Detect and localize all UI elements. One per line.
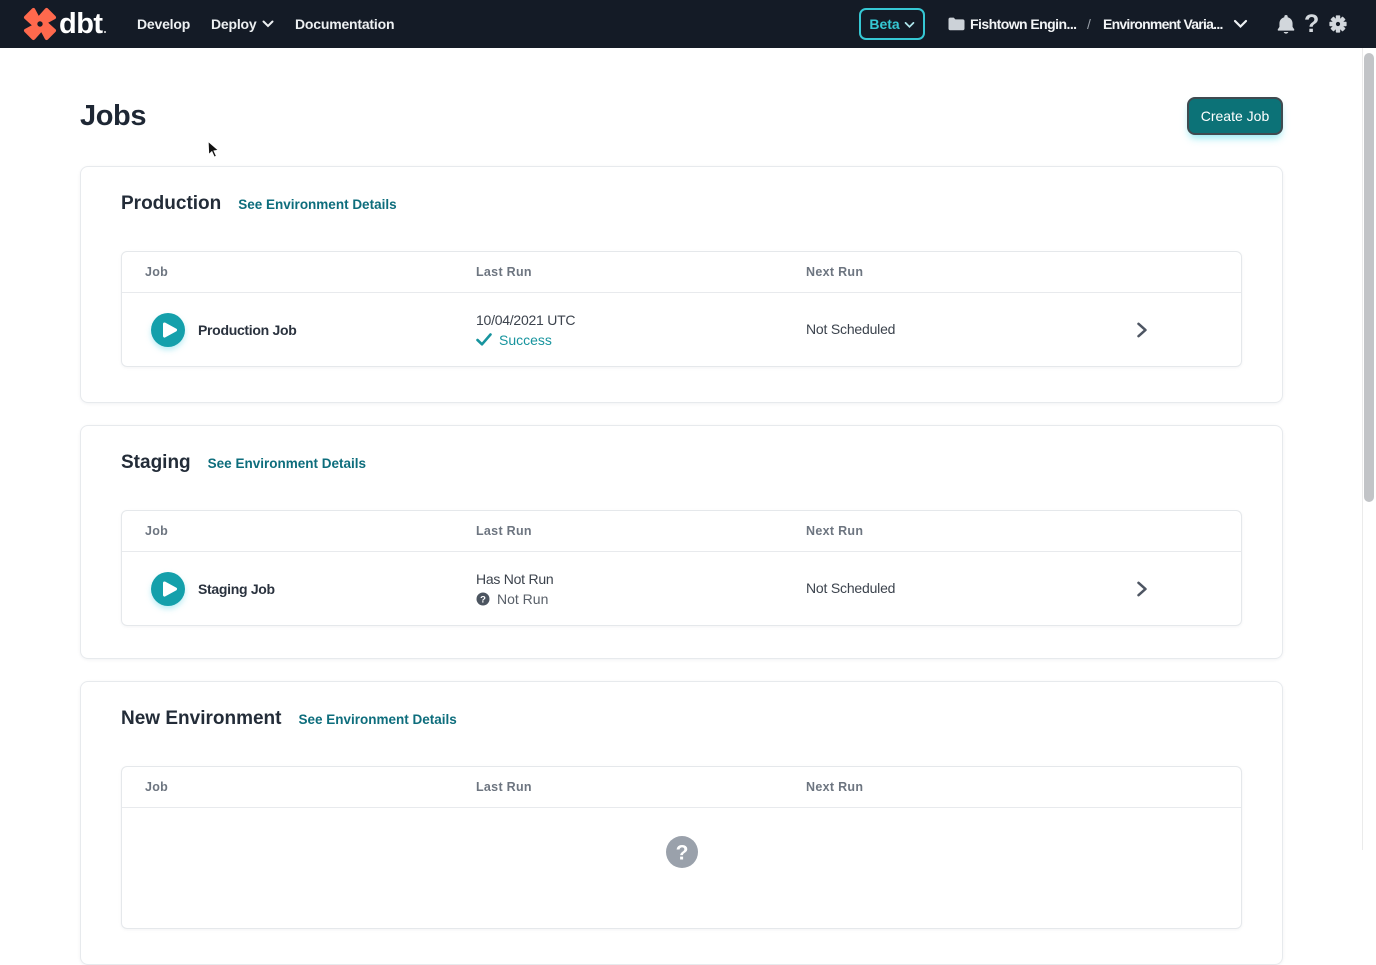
svg-text:?: ? bbox=[675, 842, 688, 865]
svg-text:?: ? bbox=[480, 594, 486, 605]
